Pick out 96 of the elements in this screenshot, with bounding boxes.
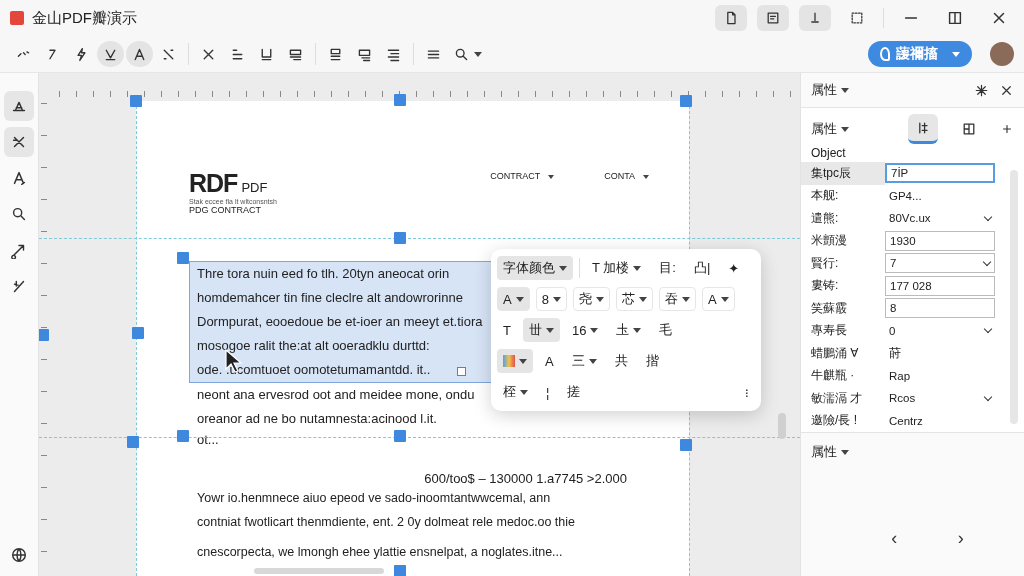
format-button[interactable]: 共 xyxy=(608,349,634,373)
help-button[interactable]: 蘐禰搐 xyxy=(868,41,972,67)
property-value: Rap xyxy=(888,368,912,384)
guide-handle[interactable] xyxy=(680,95,692,107)
format-dropdown[interactable]: 桎 xyxy=(497,380,534,404)
property-field[interactable]: 177 028 xyxy=(885,275,995,296)
property-label: 集tpc辰 xyxy=(801,162,885,185)
header-link[interactable]: CONTA xyxy=(604,171,649,181)
property-value: 莳 xyxy=(888,345,902,361)
property-label: 敏濡滆 才 xyxy=(810,389,864,407)
format-button[interactable]: 搓 xyxy=(561,380,587,404)
document-logo: RDF xyxy=(189,169,238,198)
format-dropdown[interactable]: 16 xyxy=(565,318,605,342)
scrollbar[interactable] xyxy=(1010,170,1018,424)
property-dropdown[interactable]: 0 xyxy=(885,320,995,341)
property-label: 賢行: xyxy=(810,254,840,272)
format-dropdown[interactable]: 字体颜色 xyxy=(497,256,573,280)
section-title[interactable]: 属性 xyxy=(811,120,849,138)
format-button[interactable]: 目: xyxy=(653,256,682,280)
guide-handle[interactable] xyxy=(394,232,406,244)
shapes-icon[interactable] xyxy=(4,91,34,121)
section-title[interactable]: 属性 xyxy=(801,433,1024,471)
format-dropdown[interactable]: T 加楼 xyxy=(586,256,648,280)
panel-title[interactable]: 属性 xyxy=(811,81,849,99)
logo-text: PDF xyxy=(241,180,268,195)
guide-handle[interactable] xyxy=(39,329,49,341)
format-dropdown[interactable]: 尧 xyxy=(572,287,610,311)
paragraph: neont ana ervesrod oot and meidee mone, ondu oreanor ad ne bo nutamnesta:acinood l.it. xyxy=(196,386,475,428)
app-logo-icon xyxy=(10,11,24,25)
format-button[interactable]: A xyxy=(539,349,560,373)
format-dropdown[interactable]: 丗 xyxy=(522,318,560,342)
asterisk-icon[interactable] xyxy=(974,82,989,98)
guide-handle[interactable] xyxy=(394,94,406,106)
property-label: 遣熊: xyxy=(810,209,840,227)
property-label: 笑蘇霰 xyxy=(810,299,848,317)
property-dropdown[interactable]: 80Vc.ux xyxy=(885,208,995,229)
property-label: 米顫漫 xyxy=(810,232,848,250)
guide-handle[interactable] xyxy=(680,439,692,451)
window-title: 金山PDF瓣演示 xyxy=(32,8,137,28)
paragraph: cnescorpecta, we lmongh ehee ylattie ensnelpat, a noglates.itne... xyxy=(196,544,563,561)
property-field[interactable]: 7İP xyxy=(885,163,995,184)
property-value: GP4... xyxy=(888,188,923,204)
format-dropdown[interactable]: 圡 xyxy=(610,318,648,342)
guide-handle[interactable] xyxy=(132,327,144,339)
globe-icon[interactable] xyxy=(10,546,28,564)
panel-icon xyxy=(765,10,781,26)
format-dropdown[interactable]: 三 xyxy=(565,349,603,373)
check-icon[interactable] xyxy=(97,41,124,67)
property-label: 牛麒瓶 · xyxy=(810,367,856,385)
guide-handle[interactable] xyxy=(177,430,189,442)
previous-button[interactable]: ‹ xyxy=(885,527,904,550)
property-label: 婁铸: xyxy=(810,277,840,295)
next-button[interactable]: › xyxy=(951,527,970,550)
property-field[interactable]: 8 xyxy=(885,298,995,319)
property-field[interactable]: 1930 xyxy=(885,230,995,251)
amount-text: 600/too$ – 130000 1.a7745 >2.000 xyxy=(423,471,627,486)
format-button[interactable]: 毛 xyxy=(653,318,679,342)
property-label: 蜡鵬涌 ∀ xyxy=(810,344,860,362)
download-button[interactable] xyxy=(799,5,831,31)
document-button[interactable] xyxy=(715,5,747,31)
format-button[interactable]: 凸| xyxy=(687,256,717,280)
property-value: Centrz xyxy=(888,413,924,429)
format-button[interactable]: ¦ xyxy=(540,380,556,404)
property-label: 專寿長 xyxy=(810,322,848,340)
crop-icon xyxy=(849,10,865,26)
format-button[interactable]: 揩 xyxy=(639,349,665,373)
object-label: Object xyxy=(801,144,1024,162)
header-link[interactable]: CONTRACT xyxy=(490,171,555,181)
format-dropdown[interactable]: 吞 xyxy=(658,287,696,311)
document-subtitle: PDG CONTRACT xyxy=(189,205,262,215)
panel-button[interactable] xyxy=(757,5,789,31)
property-dropdown[interactable]: 7 xyxy=(885,253,995,274)
property-label: 邀險/長 ! xyxy=(810,412,858,430)
layout-icon[interactable] xyxy=(908,114,938,144)
maximize-icon[interactable] xyxy=(946,9,964,27)
format-dropdown[interactable]: 芯 xyxy=(615,287,653,311)
format-dropdown[interactable]: 8 xyxy=(535,287,567,311)
scrollbar[interactable] xyxy=(254,568,384,574)
add-icon[interactable] xyxy=(1000,122,1014,136)
scrollbar[interactable] xyxy=(778,413,786,439)
guide-handle[interactable] xyxy=(127,436,139,448)
format-button[interactable]: ✦ xyxy=(722,256,746,280)
format-button[interactable]: ⁝ xyxy=(738,380,755,404)
format-dropdown[interactable] xyxy=(497,349,533,373)
format-dropdown[interactable]: A xyxy=(497,287,530,311)
guide-handle[interactable] xyxy=(394,565,406,576)
format-button[interactable]: T xyxy=(497,318,517,342)
letter-icon[interactable] xyxy=(126,41,153,67)
guide-handle[interactable] xyxy=(394,430,406,442)
property-label: 本舰: xyxy=(810,187,840,205)
resize-handle[interactable] xyxy=(457,367,466,376)
avatar[interactable] xyxy=(990,42,1014,66)
guide-handle[interactable] xyxy=(177,252,189,264)
guide-handle[interactable] xyxy=(130,95,142,107)
property-dropdown[interactable]: Rcos xyxy=(885,388,995,409)
format-dropdown[interactable]: A xyxy=(701,287,735,311)
